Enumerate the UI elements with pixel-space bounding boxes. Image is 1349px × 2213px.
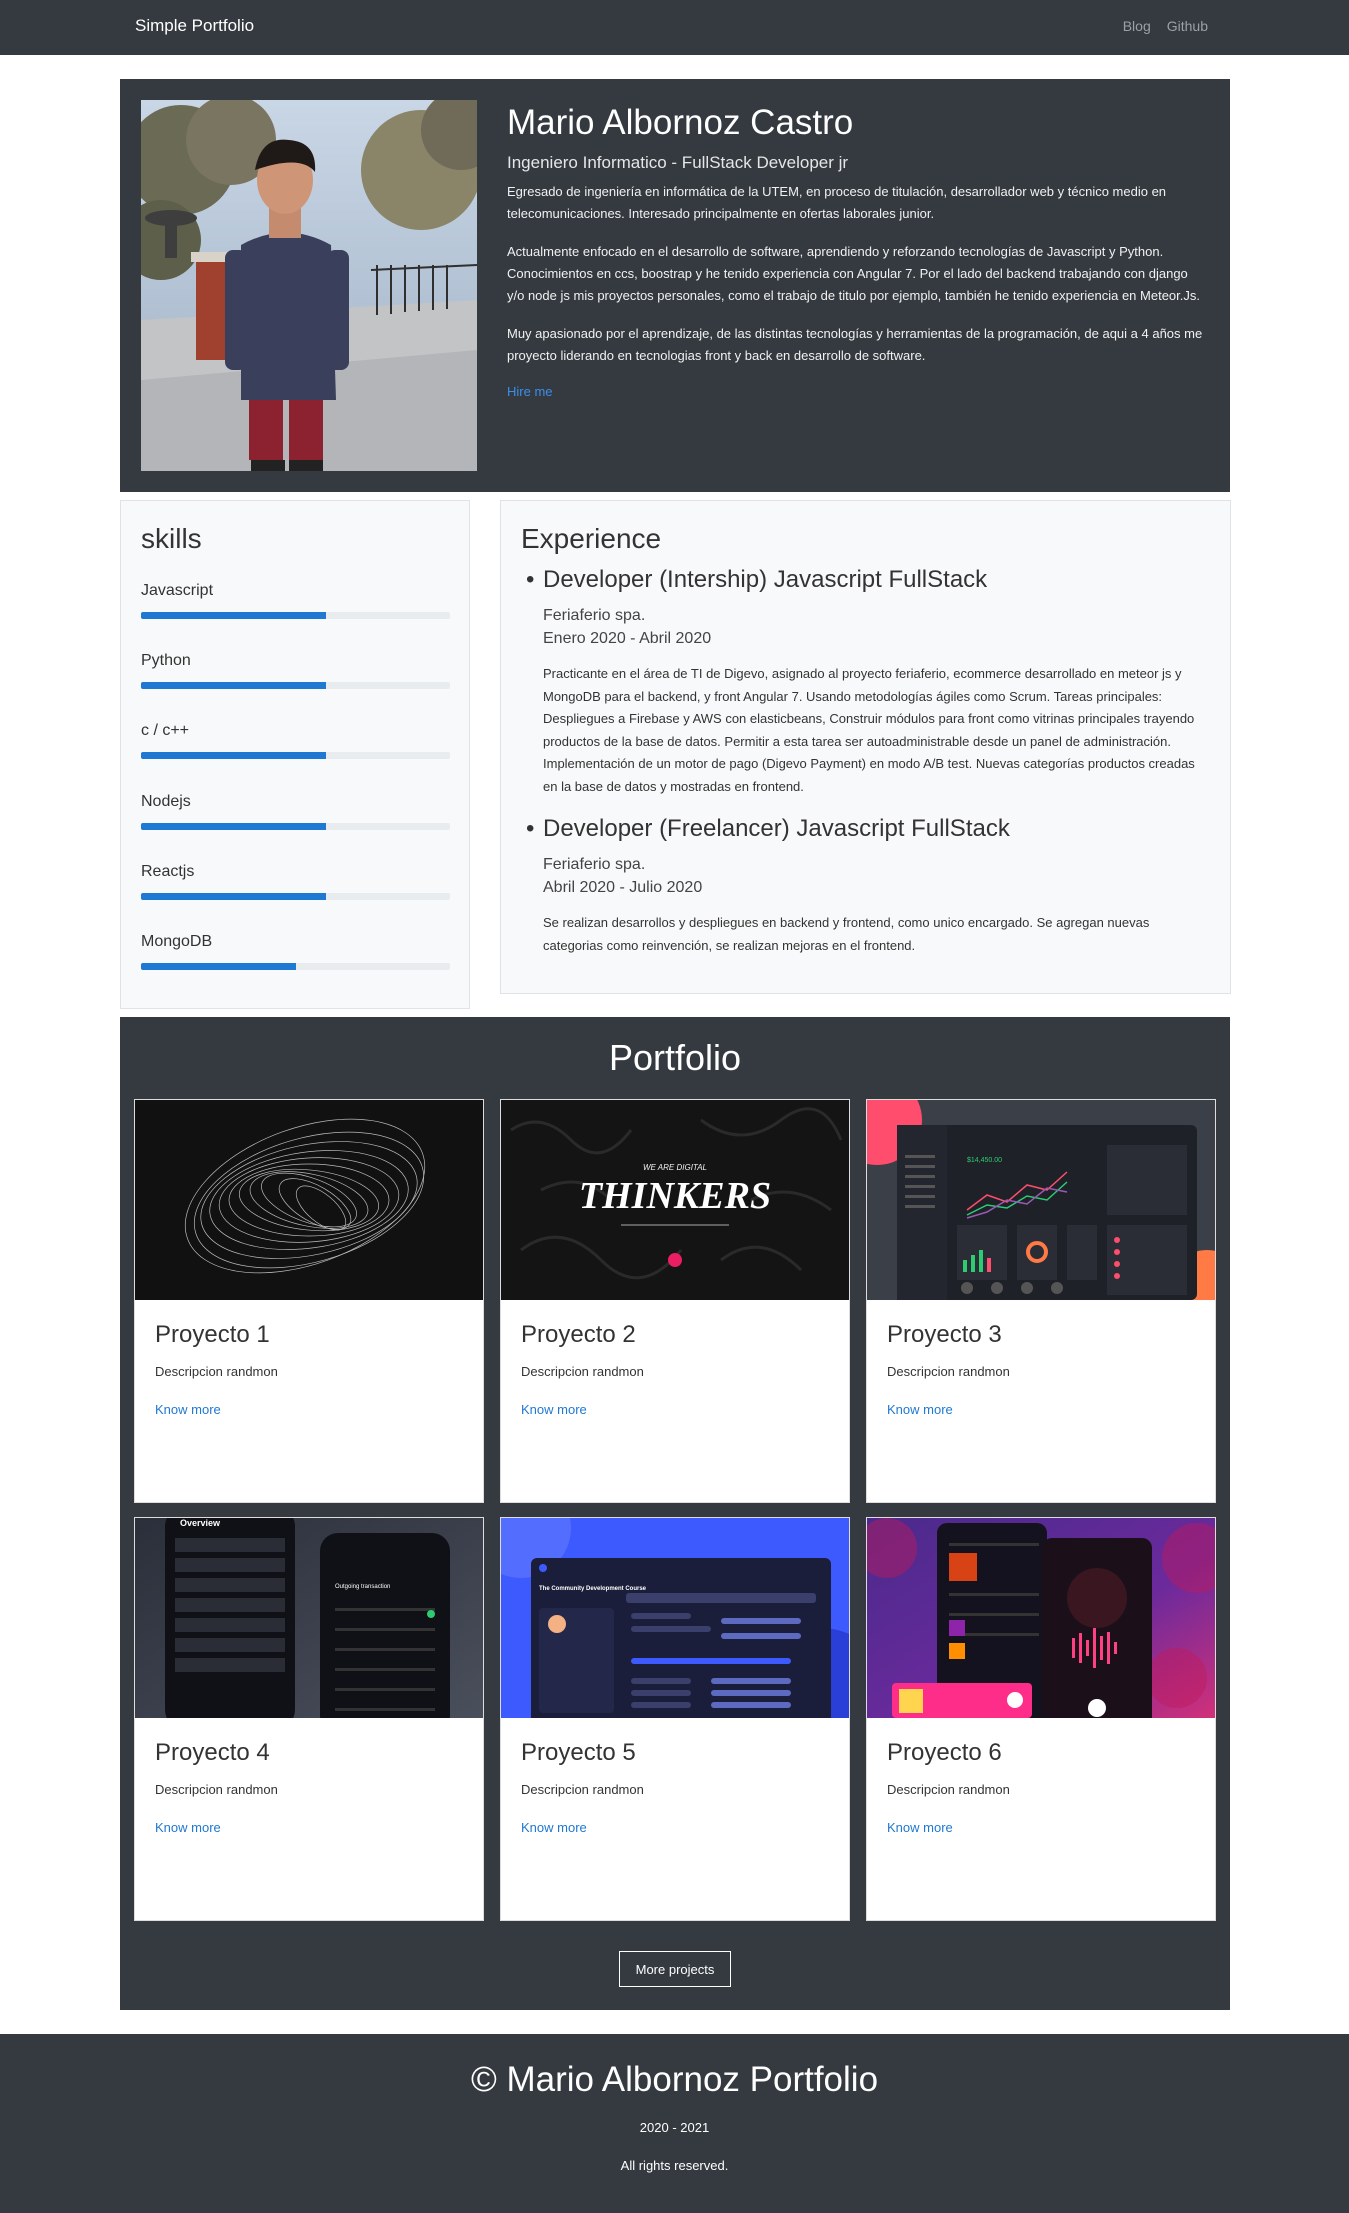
job-role-text: Developer (Intership) Javascript FullSta… xyxy=(543,566,988,593)
portfolio-title: Portfolio xyxy=(608,1037,742,1078)
profile-paragraph-2: Actualmente enfocado en el desarrollo de… xyxy=(507,244,1200,303)
overview-text: Overview xyxy=(180,1518,221,1528)
footer: © Mario Albornoz Portfolio 2020 - 2021 A… xyxy=(0,2034,1349,2213)
profile-name: Mario Albornoz Castro xyxy=(507,103,854,142)
job-company: Feriaferio spa. xyxy=(543,607,646,624)
footer-rights: All rights reserved. xyxy=(620,2158,729,2173)
project-title: Proyecto 4 xyxy=(155,1739,270,1766)
skill-progress-track xyxy=(141,823,450,830)
profile-section: Mario Albornoz Castro Ingeniero Informat… xyxy=(120,79,1230,492)
profile-photo xyxy=(141,100,477,471)
outgoing-text: Outgoing transaction xyxy=(335,1584,390,1590)
project-thumbnail: The Community Development Course xyxy=(501,1518,849,1718)
skill-progress-fill xyxy=(141,963,296,970)
know-more-link[interactable]: Know more xyxy=(521,1402,587,1417)
nav-link-github[interactable]: Github xyxy=(1167,18,1208,34)
job-role-text: Developer (Freelancer) Javascript FullSt… xyxy=(543,815,1010,842)
job-role: • Developer (Intership) Javascript FullSt… xyxy=(526,566,1209,594)
skill-name: c / c++ xyxy=(141,722,190,739)
brand-link[interactable]: Simple Portfolio xyxy=(135,16,254,36)
project-title: Proyecto 6 xyxy=(887,1739,1002,1766)
job-role: • Developer (Freelancer) Javascript FullS… xyxy=(526,815,1209,843)
experience-panel: Experience • Developer (Intership) Javasc… xyxy=(500,500,1231,994)
project-card: Proyecto 1 Descripcion randmon Know more xyxy=(134,1099,484,1503)
project-title: Proyecto 3 xyxy=(887,1321,1002,1348)
job-dates: Abril 2020 - Julio 2020 xyxy=(543,879,703,896)
skills-title: skills xyxy=(141,523,202,554)
footer-years: 2020 - 2021 xyxy=(639,2120,710,2135)
skill-progress-fill xyxy=(141,752,327,759)
profile-paragraph-1: Egresado de ingeniería en informática de… xyxy=(507,184,1167,221)
project-title: Proyecto 5 xyxy=(521,1739,636,1766)
skills-panel: skills Javascript Python c / c++ Nodejs … xyxy=(120,500,470,1009)
project-description: Descripcion randmon xyxy=(521,1364,644,1379)
skill-progress-track xyxy=(141,682,450,689)
skill-progress-fill xyxy=(141,823,327,830)
job-company: Feriaferio spa. xyxy=(543,856,646,873)
project-description: Descripcion randmon xyxy=(887,1364,1010,1379)
project-description: Descripcion randmon xyxy=(887,1782,1010,1797)
hire-me-link[interactable]: Hire me xyxy=(507,384,553,399)
skill-c-cpp: c / c++ xyxy=(141,722,450,759)
project-card: $14,450.00 Proyecto 3 Descripcion randmo… xyxy=(866,1099,1216,1503)
project-card: The Community Development Course Proyect… xyxy=(500,1517,850,1921)
nav-link-blog[interactable]: Blog xyxy=(1123,18,1151,34)
more-projects-button[interactable]: More projects xyxy=(619,1951,731,1987)
project-card: Overview Outgoing transaction Proyecto 4… xyxy=(134,1517,484,1921)
skill-progress-fill xyxy=(141,612,327,619)
profile-info: Mario Albornoz Castro Ingeniero Informat… xyxy=(507,101,1207,401)
thinkers-big-text: THINKERS xyxy=(579,1175,771,1217)
dashboard-balance-text: $14,450.00 xyxy=(967,1157,1002,1164)
skill-name: MongoDB xyxy=(141,933,213,950)
know-more-link[interactable]: Know more xyxy=(155,1402,221,1417)
project-thumbnail xyxy=(135,1100,483,1300)
skill-mongodb: MongoDB xyxy=(141,933,450,970)
thinkers-small-text: WE ARE DIGITAL xyxy=(643,1163,707,1172)
skill-nodejs: Nodejs xyxy=(141,793,450,830)
skill-progress-track xyxy=(141,752,450,759)
experience-title: Experience xyxy=(521,523,662,554)
know-more-link[interactable]: Know more xyxy=(155,1820,221,1835)
portfolio-section: Portfolio Proyecto 1 Descripcion randmon… xyxy=(120,1017,1230,2010)
project-card: WE ARE DIGITAL THINKERS Proyecto 2 Descr… xyxy=(500,1099,850,1503)
nav-links: Blog Github xyxy=(1123,18,1208,34)
navbar: Simple Portfolio Blog Github xyxy=(0,0,1349,55)
project-title: Proyecto 2 xyxy=(521,1321,636,1348)
skill-name: Nodejs xyxy=(141,793,191,810)
project-title: Proyecto 1 xyxy=(155,1321,270,1348)
skill-reactjs: Reactjs xyxy=(141,863,450,900)
skill-name: Javascript xyxy=(141,582,214,599)
profile-paragraph-3: Muy apasionado por el aprendizaje, de la… xyxy=(507,326,1203,363)
project-card: Proyecto 6 Descripcion randmon Know more xyxy=(866,1517,1216,1921)
project-thumbnail xyxy=(867,1518,1215,1718)
skill-python: Python xyxy=(141,652,450,689)
skill-progress-fill xyxy=(141,893,327,900)
skill-progress-track xyxy=(141,612,450,619)
job-description: Practicante en el área de TI de Digevo, … xyxy=(543,666,1195,794)
project-description: Descripcion randmon xyxy=(155,1364,278,1379)
skill-progress-fill xyxy=(141,682,327,689)
course-text: The Community Development Course xyxy=(539,1586,647,1592)
bullet-icon: • xyxy=(526,815,535,842)
job-description: Se realizan desarrollos y despliegues en… xyxy=(543,915,1150,953)
job-dates: Enero 2020 - Abril 2020 xyxy=(543,630,712,647)
profile-subtitle: Ingeniero Informatico - FullStack Develo… xyxy=(507,153,849,172)
project-thumbnail: $14,450.00 xyxy=(867,1100,1215,1300)
project-description: Descripcion randmon xyxy=(521,1782,644,1797)
skill-name: Python xyxy=(141,652,191,669)
skill-name: Reactjs xyxy=(141,863,195,880)
skill-progress-track xyxy=(141,963,450,970)
know-more-link[interactable]: Know more xyxy=(887,1402,953,1417)
project-thumbnail: WE ARE DIGITAL THINKERS xyxy=(501,1100,849,1300)
project-description: Descripcion randmon xyxy=(155,1782,278,1797)
job-item: • Developer (Freelancer) Javascript FullS… xyxy=(526,815,1209,957)
bullet-icon: • xyxy=(526,566,535,593)
know-more-link[interactable]: Know more xyxy=(887,1820,953,1835)
skill-javascript: Javascript xyxy=(141,582,450,619)
know-more-link[interactable]: Know more xyxy=(521,1820,587,1835)
footer-title: © Mario Albornoz Portfolio xyxy=(470,2060,879,2099)
project-thumbnail: Overview Outgoing transaction xyxy=(135,1518,483,1718)
skill-progress-track xyxy=(141,893,450,900)
job-item: • Developer (Intership) Javascript FullSt… xyxy=(526,566,1209,798)
